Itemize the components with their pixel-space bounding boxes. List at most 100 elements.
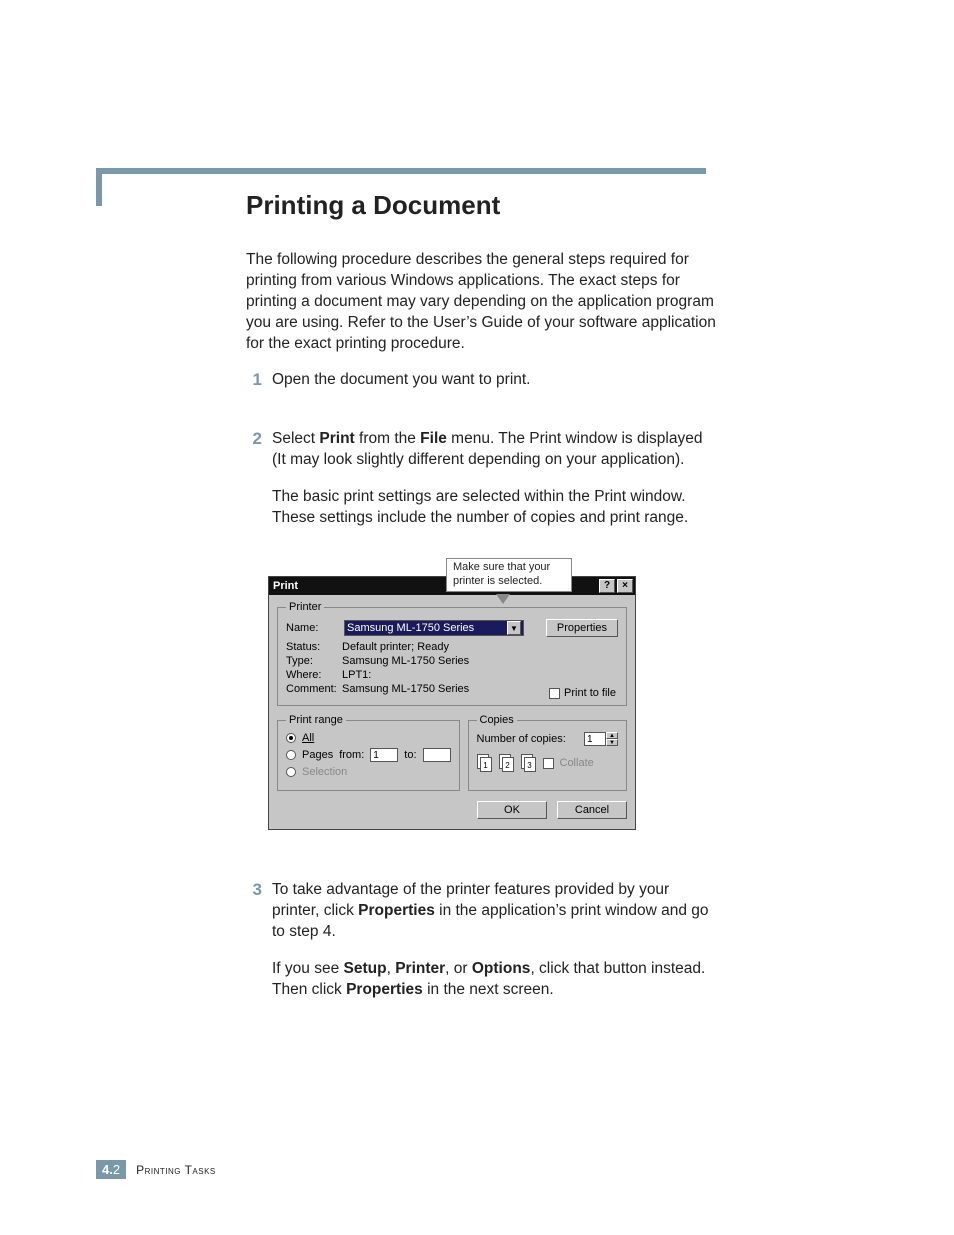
type-row: Type:Samsung ML-1750 Series <box>286 655 618 667</box>
collate-icon-2: 22 <box>499 754 515 772</box>
copies-spinner[interactable]: 1 ▲ ▼ <box>584 732 618 746</box>
printer-legend: Printer <box>286 601 324 613</box>
step-3-para2: If you see Setup, Printer, or Options, c… <box>272 959 716 1001</box>
name-row: Name: Samsung ML-1750 Series ▼ Propertie… <box>286 619 618 637</box>
status-label: Status: <box>286 641 342 653</box>
step-number: 1 <box>246 370 262 407</box>
chevron-down-icon: ▼ <box>507 621 521 635</box>
step-1-text: Open the document you want to print. <box>272 370 716 391</box>
print-dialog: Print ? × Printer Name: Samsung ML-1750 … <box>268 576 636 830</box>
close-button[interactable]: × <box>617 579 633 593</box>
copies-input[interactable]: 1 <box>584 732 606 746</box>
properties-button[interactable]: Properties <box>546 619 618 637</box>
page-front: 3 <box>524 757 536 772</box>
collate-icon-3: 33 <box>521 754 537 772</box>
type-label: Type: <box>286 655 342 667</box>
step-body: Open the document you want to print. <box>272 370 716 407</box>
to-label: to: <box>404 749 416 761</box>
type-value: Samsung ML-1750 Series <box>342 655 469 667</box>
page-title: Printing a Document <box>246 190 500 221</box>
dialog-title: Print <box>273 580 298 592</box>
comment-label: Comment: <box>286 683 342 695</box>
bold-printer: Printer <box>395 960 445 977</box>
where-value: LPT1: <box>342 669 371 681</box>
spinner-buttons: ▲ ▼ <box>606 732 618 746</box>
collate-checkbox[interactable] <box>543 758 554 769</box>
range-all-label: All <box>302 732 314 744</box>
callout-box: Make sure that your printer is selected. <box>446 558 572 592</box>
range-legend: Print range <box>286 714 346 726</box>
step-3-para1: To take advantage of the printer feature… <box>272 880 716 943</box>
bold-properties: Properties <box>358 902 435 919</box>
step-2-para2: The basic print settings are selected wi… <box>272 487 716 529</box>
callout-arrow-icon <box>496 594 510 604</box>
collate-icon-1: 11 <box>477 754 493 772</box>
print-to-file-checkbox[interactable] <box>549 688 560 699</box>
spin-up-icon[interactable]: ▲ <box>606 732 618 739</box>
step-number: 2 <box>246 429 262 545</box>
print-range-group: Print range All Pages from: 1 to: <box>277 714 460 791</box>
dialog-body: Printer Name: Samsung ML-1750 Series ▼ P… <box>269 595 635 829</box>
page-number: 2 <box>113 1162 120 1177</box>
step-body: Select Print from the File menu. The Pri… <box>272 429 716 545</box>
steps-container: 1 Open the document you want to print. 2… <box>246 370 716 567</box>
section-rule-vertical <box>96 168 102 206</box>
range-selection-radio <box>286 767 296 777</box>
bold-print: Print <box>319 430 354 447</box>
t: , <box>387 960 396 977</box>
ok-button[interactable]: OK <box>477 801 547 819</box>
titlebar-buttons: ? × <box>599 579 633 593</box>
range-pages-row: Pages from: 1 to: <box>286 748 451 762</box>
bold-file: File <box>420 430 447 447</box>
collate-label: Collate <box>560 757 594 769</box>
step-3-container: 3 To take advantage of the printer featu… <box>246 880 716 1039</box>
t: Select <box>272 430 319 447</box>
intro-paragraph: The following procedure describes the ge… <box>246 250 716 355</box>
dialog-actions: OK Cancel <box>277 799 627 821</box>
page-footer: 4.2 Printing Tasks <box>96 1160 216 1179</box>
step-1: 1 Open the document you want to print. <box>246 370 716 407</box>
num-copies-row: Number of copies: 1 ▲ ▼ <box>477 732 619 746</box>
range-pages-radio[interactable] <box>286 750 296 760</box>
printer-group: Printer Name: Samsung ML-1750 Series ▼ P… <box>277 601 627 706</box>
printer-select-value: Samsung ML-1750 Series <box>347 622 474 634</box>
from-input[interactable]: 1 <box>370 748 398 762</box>
where-label: Where: <box>286 669 342 681</box>
range-pages-label: Pages <box>302 749 333 761</box>
page-front: 2 <box>502 757 514 772</box>
num-copies-label: Number of copies: <box>477 733 566 745</box>
from-label: from: <box>339 749 364 761</box>
cancel-button[interactable]: Cancel <box>557 801 627 819</box>
step-2: 2 Select Print from the File menu. The P… <box>246 429 716 545</box>
collate-row: 11 22 33 Collate <box>477 754 619 772</box>
copies-group: Copies Number of copies: 1 ▲ ▼ <box>468 714 628 791</box>
bold-setup: Setup <box>344 960 387 977</box>
section-rule <box>96 168 706 174</box>
range-selection-row: Selection <box>286 766 451 778</box>
bold-properties-2: Properties <box>346 981 423 998</box>
printer-select[interactable]: Samsung ML-1750 Series ▼ <box>344 620 524 636</box>
step-body: To take advantage of the printer feature… <box>272 880 716 1017</box>
status-row: Status:Default printer; Ready <box>286 641 618 653</box>
t: from the <box>355 430 420 447</box>
page-number-badge: 4.2 <box>96 1160 126 1179</box>
comment-value: Samsung ML-1750 Series <box>342 683 469 695</box>
print-dialog-wrap: Make sure that your printer is selected.… <box>268 562 636 816</box>
name-label: Name: <box>286 622 338 634</box>
step-2-para1: Select Print from the File menu. The Pri… <box>272 429 716 471</box>
where-row: Where:LPT1: <box>286 669 618 681</box>
bold-options: Options <box>472 960 531 977</box>
spin-down-icon[interactable]: ▼ <box>606 739 618 746</box>
range-all-radio[interactable] <box>286 733 296 743</box>
range-selection-label: Selection <box>302 766 347 778</box>
status-value: Default printer; Ready <box>342 641 449 653</box>
chapter-number: 4. <box>102 1162 113 1177</box>
range-copies-row: Print range All Pages from: 1 to: <box>277 714 627 799</box>
to-input[interactable] <box>423 748 451 762</box>
help-button[interactable]: ? <box>599 579 615 593</box>
print-to-file-row: Print to file <box>549 687 616 699</box>
t: , or <box>445 960 472 977</box>
copies-legend: Copies <box>477 714 517 726</box>
step-number: 3 <box>246 880 262 1017</box>
t: in the next screen. <box>423 981 554 998</box>
